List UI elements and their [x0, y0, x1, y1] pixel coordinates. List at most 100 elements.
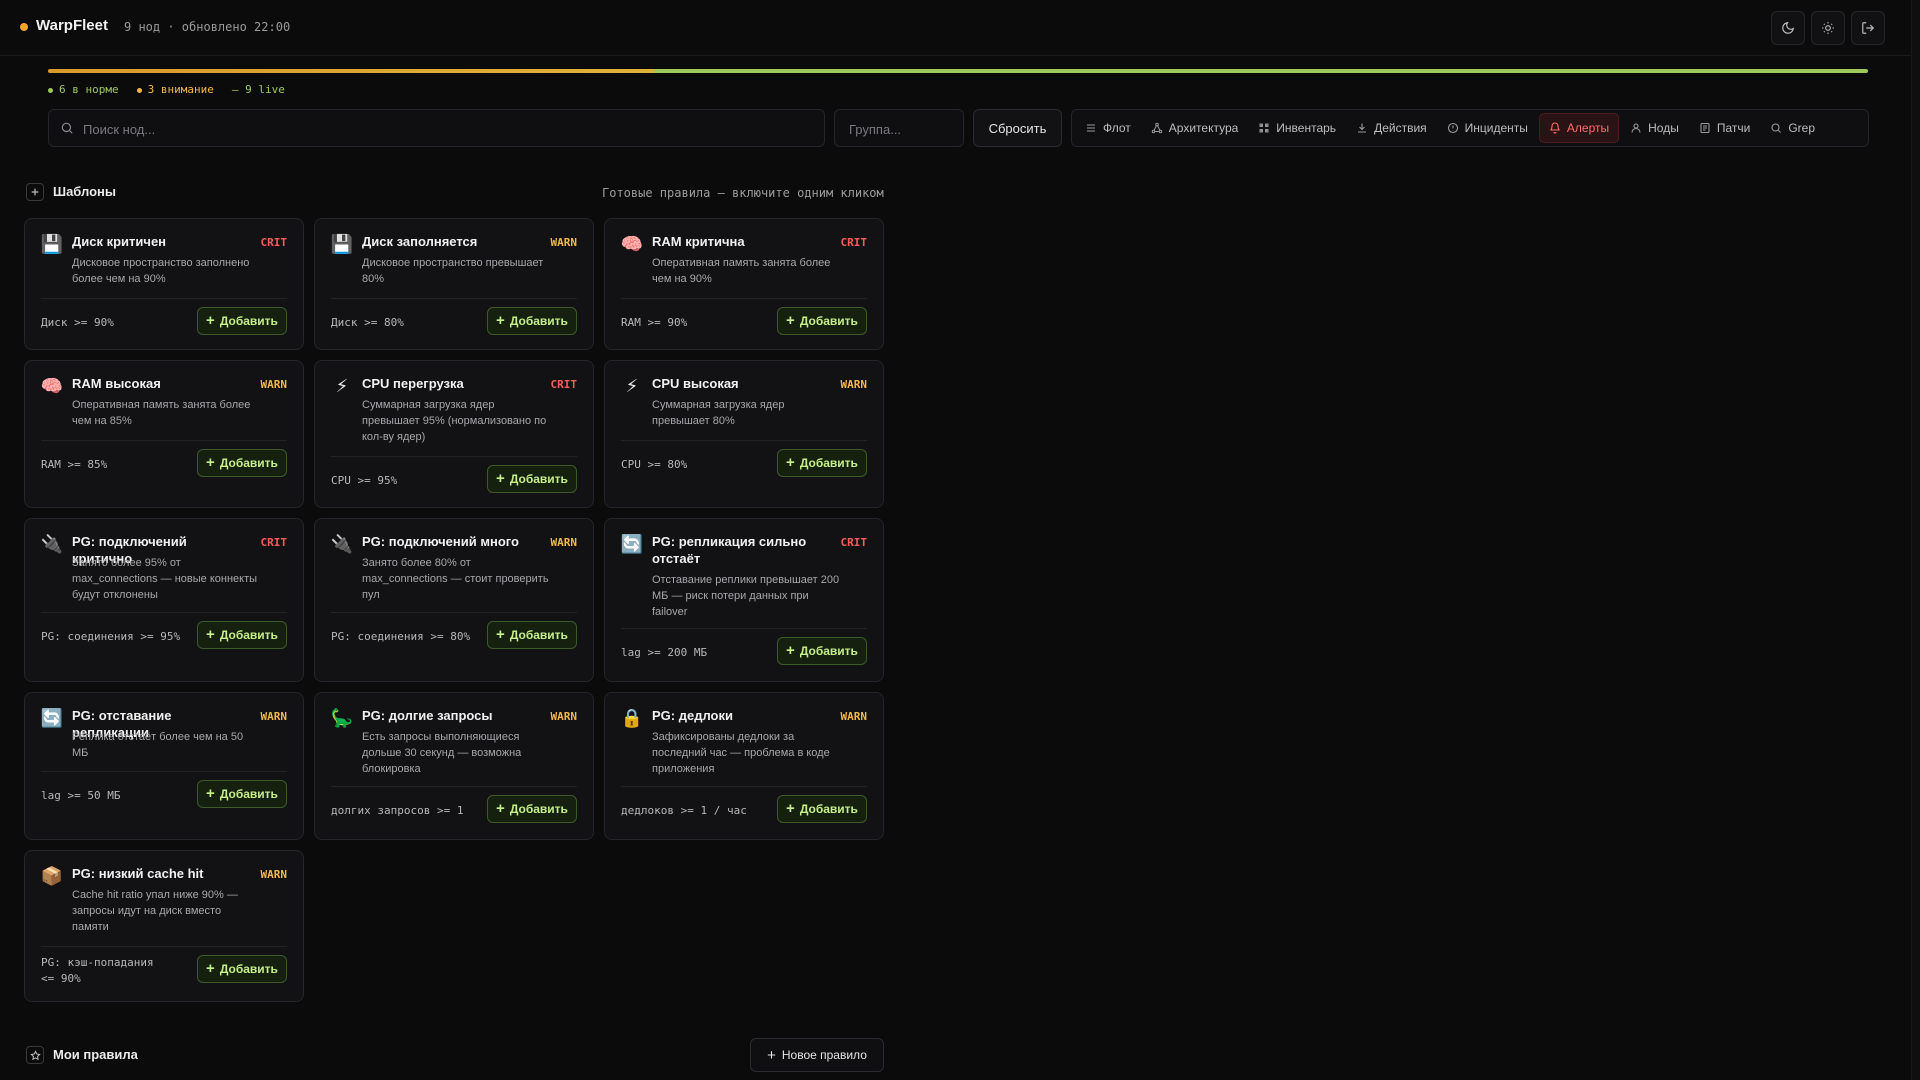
add-label: Добавить [799, 802, 858, 816]
rule-condition: долгих запросов >= 1 [331, 804, 464, 817]
card-divider [331, 298, 577, 299]
tab-alerts[interactable]: Алерты [1538, 113, 1620, 143]
template-description: Отставание реплики превышает 200 МБ — ри… [652, 574, 840, 618]
search-icon [61, 122, 73, 134]
download-icon [1358, 123, 1367, 133]
add-template-button[interactable]: + Добавить [777, 637, 867, 665]
tab-grep[interactable]: Grep [1761, 114, 1824, 142]
rule-condition: PG: соединения >= 95% [41, 630, 181, 643]
star-icon [29, 1049, 41, 1060]
rule-condition: CPU >= 95% [331, 474, 398, 487]
tab-actions[interactable]: Действия [1347, 114, 1436, 142]
severity-badge: WARN [550, 710, 578, 723]
severity-badge: CRIT [840, 536, 868, 549]
fleet-meta: 9 нод · обновлено 22:00 [124, 20, 291, 34]
card-divider [621, 440, 867, 441]
plus-icon: + [786, 642, 795, 659]
plus-icon: + [496, 470, 505, 487]
theme-toggle-button[interactable] [1771, 11, 1805, 45]
ok-segment [654, 69, 1868, 73]
template-title: Диск заполняется [362, 234, 478, 249]
card-divider [331, 612, 577, 613]
add-template-button[interactable]: + Добавить [777, 307, 867, 335]
tab-patches[interactable]: Патчи [1690, 114, 1760, 142]
plus-icon: + [206, 960, 215, 977]
plus-icon: + [206, 785, 215, 802]
template-card: 🔌 PG: подключений много WARN Занято боле… [314, 518, 594, 682]
tab-fleet[interactable]: Флот [1076, 114, 1140, 142]
template-card: 📦 PG: низкий cache hit WARN Cache hit ra… [24, 850, 304, 1002]
rule-condition: CPU >= 80% [621, 458, 688, 471]
fleet-health-bar [48, 69, 1868, 73]
add-template-button[interactable]: + Добавить [197, 307, 287, 335]
plug-icon: 🔌 [40, 533, 64, 554]
health-legend: 6 в норме 3 внимание — 9 live [48, 83, 285, 96]
add-template-button[interactable]: + Добавить [487, 307, 577, 335]
template-title: PG: подключений много [362, 534, 519, 549]
severity-badge: CRIT [840, 236, 868, 249]
add-label: Добавить [509, 472, 568, 486]
tab-label: Действия [1374, 121, 1427, 135]
card-divider [41, 612, 287, 613]
tab-label: Grep [1788, 121, 1816, 135]
dinosaur-icon: 🦕 [330, 707, 354, 728]
add-label: Добавить [219, 628, 278, 642]
light-mode-button[interactable] [1811, 11, 1845, 45]
add-template-button[interactable]: + Добавить [777, 449, 867, 477]
group-input[interactable] [847, 110, 961, 148]
new-rule-button[interactable]: + Новое правило [750, 1038, 884, 1072]
tab-architecture[interactable]: Архитектура [1142, 114, 1248, 142]
template-description: Есть запросы выполняющиеся дольше 30 сек… [362, 731, 522, 775]
add-label: Добавить [799, 644, 858, 658]
template-card: 🦕 PG: долгие запросы WARN Есть запросы в… [314, 692, 594, 840]
add-template-button[interactable]: + Добавить [487, 621, 577, 649]
templates-section-icon [26, 183, 44, 201]
tab-label: Ноды [1648, 121, 1679, 135]
card-divider [41, 440, 287, 441]
add-template-button[interactable]: + Добавить [197, 449, 287, 477]
add-template-button[interactable]: + Добавить [197, 780, 287, 808]
plus-icon: + [496, 800, 505, 817]
add-template-button[interactable]: + Добавить [487, 795, 577, 823]
severity-badge: CRIT [260, 236, 288, 249]
tab-label: Алерты [1566, 121, 1610, 135]
severity-badge: WARN [550, 536, 578, 549]
tab-label: Инвентарь [1276, 121, 1337, 135]
add-label: Добавить [509, 628, 568, 642]
add-label: Добавить [219, 787, 278, 801]
tab-incidents[interactable]: Инциденты [1438, 114, 1537, 142]
search-input[interactable] [81, 110, 785, 148]
template-card: 💾 Диск критичен CRIT Дисковое пространст… [24, 218, 304, 350]
plus-icon: + [206, 454, 215, 471]
app-title: WarpFleet [36, 17, 108, 34]
plus-icon: + [767, 1046, 776, 1064]
add-template-button[interactable]: + Добавить [197, 621, 287, 649]
logout-button[interactable] [1851, 11, 1885, 45]
add-template-button[interactable]: + Добавить [777, 795, 867, 823]
card-divider [331, 786, 577, 787]
add-template-button[interactable]: + Добавить [197, 955, 287, 983]
template-description: Дисковое пространство заполнено более че… [72, 257, 250, 285]
doc-icon [1700, 122, 1710, 134]
templates-title: Шаблоны [53, 184, 116, 199]
template-description: Cache hit ratio упал ниже 90% — запросы … [72, 889, 238, 933]
sync-icon: 🔄 [620, 533, 644, 554]
template-description: Оперативная память занята более чем на 9… [652, 257, 831, 285]
template-description: Занято более 95% от max_connections — но… [72, 557, 258, 601]
lock-icon: 🔒 [620, 707, 644, 728]
my-rules-section-icon [26, 1046, 44, 1064]
plus-icon: + [786, 312, 795, 329]
scrollbar[interactable] [1911, 0, 1920, 1080]
list-icon [1087, 124, 1095, 132]
add-template-button[interactable]: + Добавить [487, 465, 577, 493]
grid-icon [1259, 123, 1269, 133]
tab-nodes[interactable]: Ноды [1621, 114, 1688, 142]
tab-inventory[interactable]: Инвентарь [1249, 114, 1345, 142]
my-rules-title: Мои правила [53, 1047, 138, 1062]
templates-subtitle: Готовые правила — включите одним кликом [602, 186, 884, 200]
rule-condition: Диск >= 80% [331, 316, 404, 329]
plus-icon: + [786, 454, 795, 471]
package-icon: 📦 [40, 865, 64, 886]
reset-button[interactable]: Сбросить [973, 109, 1062, 147]
template-title: RAM высокая [72, 376, 161, 391]
